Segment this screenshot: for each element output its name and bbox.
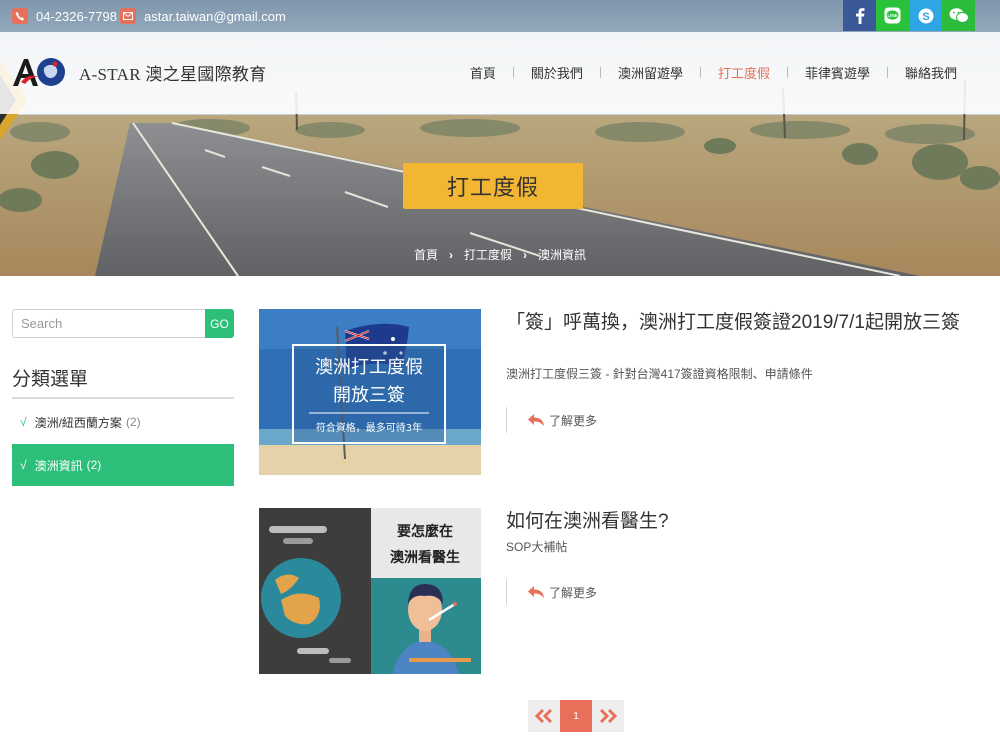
facebook-icon [855, 8, 864, 24]
breadcrumb: 首頁 › 打工度假 › 澳洲資訊 [0, 246, 1000, 263]
phone-contact[interactable]: 04-2326-7798 [12, 7, 117, 25]
post-thumbnail[interactable]: 要怎麼在 澳洲看醫生 [259, 508, 481, 674]
category-label: 澳洲資訊 [34, 458, 83, 473]
category-count: (2) [125, 415, 141, 429]
nav-home[interactable]: 首頁 [453, 63, 513, 82]
nav-philippines-study[interactable]: 菲律賓遊學 [788, 63, 887, 82]
page-title: 打工度假 [403, 163, 583, 209]
post-title-link[interactable]: 「簽」呼萬換，澳洲打工度假簽證2019/7/1起開放三簽 [506, 310, 976, 335]
pagination-page-current[interactable]: 1 [560, 700, 592, 732]
sidebar-divider [12, 397, 234, 399]
phone-number: 04-2326-7798 [36, 8, 117, 24]
double-chevron-right-icon [599, 708, 618, 724]
post-subtitle: SOP大補帖 [506, 540, 568, 554]
read-more-button[interactable]: 了解更多 [506, 579, 597, 605]
email-contact[interactable]: astar.taiwan@gmail.com [120, 7, 286, 25]
skype-button[interactable]: S [909, 0, 942, 31]
check-icon: √ [20, 415, 27, 429]
category-count: (2) [86, 458, 102, 472]
pagination-next-button[interactable] [592, 700, 624, 732]
search-input[interactable] [12, 309, 205, 338]
thumb-line1: 要怎麼在 [397, 523, 453, 540]
thumb-line2: 開放三簽 [333, 385, 405, 406]
nav-contact[interactable]: 聯絡我們 [888, 63, 974, 82]
wechat-button[interactable] [942, 0, 975, 31]
category-menu-heading: 分類選單 [12, 369, 89, 390]
chevron-right-icon: › [523, 247, 527, 262]
brand-logo-link[interactable]: A-STAR 澳之星國際教育 [11, 56, 266, 88]
facebook-button[interactable] [843, 0, 876, 31]
category-item-au-nz-programs[interactable]: √ 澳洲/紐西蘭方案 (2) [12, 410, 234, 434]
pagination: 1 [528, 700, 624, 732]
mail-icon [120, 8, 136, 24]
read-more-label: 了解更多 [549, 585, 598, 600]
reply-arrow-icon [528, 414, 544, 426]
thumb-line2: 澳洲看醫生 [390, 549, 460, 566]
post-thumbnail-image: 澳洲打工度假 開放三簽 符合資格，最多可待3年 [259, 309, 481, 475]
line-button[interactable]: LINE [876, 0, 909, 31]
read-more-button[interactable]: 了解更多 [506, 407, 597, 433]
thumb-line1: 澳洲打工度假 [315, 357, 423, 378]
nav-about[interactable]: 關於我們 [514, 63, 600, 82]
breadcrumb-current: 澳洲資訊 [538, 248, 587, 262]
check-icon: √ [20, 458, 27, 472]
main-nav: 首頁 關於我們 澳洲留遊學 打工度假 菲律賓遊學 聯絡我們 [453, 63, 974, 82]
svg-text:LINE: LINE [887, 13, 897, 18]
skype-icon: S [918, 8, 933, 23]
email-address: astar.taiwan@gmail.com [144, 8, 286, 24]
chevron-right-icon: › [448, 247, 453, 262]
breadcrumb-working-holiday[interactable]: 打工度假 [464, 246, 512, 263]
brand-name: A-STAR 澳之星國際教育 [79, 64, 267, 84]
top-contact-bar: 04-2326-7798 astar.taiwan@gmail.com LINE… [0, 0, 1000, 32]
nav-australia-study[interactable]: 澳洲留遊學 [601, 63, 700, 82]
svg-text:S: S [922, 11, 929, 23]
post-thumbnail-image: 要怎麼在 澳洲看醫生 [259, 508, 481, 674]
wechat-icon [949, 8, 969, 23]
line-icon: LINE [884, 7, 901, 24]
astar-logo-icon [13, 58, 65, 86]
pagination-prev-button[interactable] [528, 700, 560, 732]
nav-working-holiday[interactable]: 打工度假 [701, 63, 787, 82]
post-title-link[interactable]: 如何在澳洲看醫生? [506, 509, 976, 534]
post-thumbnail[interactable]: 澳洲打工度假 開放三簽 符合資格，最多可待3年 [259, 309, 481, 475]
double-chevron-left-icon [534, 708, 553, 724]
main-header: A-STAR 澳之星國際教育 首頁 關於我們 澳洲留遊學 打工度假 菲律賓遊學 … [0, 32, 1000, 114]
phone-icon [12, 8, 28, 24]
category-label: 澳洲/紐西蘭方案 [34, 415, 122, 430]
search-go-button[interactable]: GO [205, 309, 234, 338]
thumb-line3: 符合資格，最多可待3年 [316, 421, 422, 434]
read-more-label: 了解更多 [549, 413, 598, 428]
category-item-australia-info[interactable]: √ 澳洲資訊 (2) [12, 444, 234, 486]
post-subtitle: 澳洲打工度假三簽 - 針對台灣417簽證資格限制、申請條件 [506, 367, 813, 381]
reply-arrow-icon [528, 586, 544, 598]
breadcrumb-home[interactable]: 首頁 [414, 246, 438, 263]
